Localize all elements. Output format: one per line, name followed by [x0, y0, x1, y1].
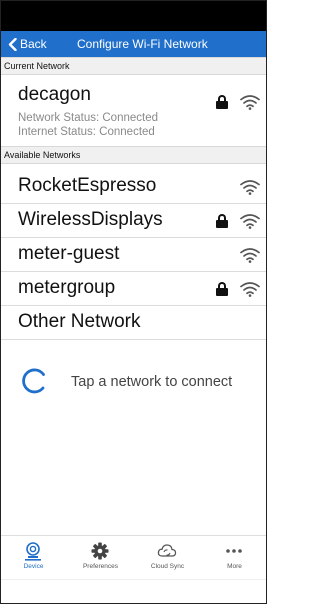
tab-label: Cloud Sync [150, 563, 185, 570]
tab-label: Preferences [82, 563, 119, 570]
network-row-metergroup[interactable]: metergroup [0, 272, 267, 306]
connect-hint-text: Tap a network to connect [71, 374, 233, 390]
network-row-wirelessdisplays[interactable]: WirelessDisplays [0, 204, 267, 238]
wifi-icon [240, 248, 260, 263]
current-network-name: decagon [18, 84, 91, 105]
network-name: RocketEspresso [18, 175, 157, 196]
wifi-icon [240, 214, 260, 229]
tab-bar: Device Preferences Cloud Sync More [0, 535, 267, 579]
network-row-meter-guest[interactable]: meter-guest [0, 238, 267, 272]
page-title: Configure Wi-Fi Network [77, 37, 208, 51]
available-networks-header: Available Networks [0, 146, 267, 164]
other-network-row[interactable]: Other Network [0, 306, 267, 340]
lock-icon [216, 282, 228, 296]
loading-spinner-icon [22, 368, 45, 394]
back-button[interactable]: Back [8, 31, 47, 57]
wifi-icon [240, 95, 260, 110]
tab-preferences[interactable]: Preferences [67, 536, 134, 580]
tab-label: More [227, 563, 242, 570]
connect-hint: Tap a network to connect [0, 360, 267, 404]
wifi-icon [240, 180, 260, 195]
tab-more[interactable]: More [201, 536, 268, 580]
chevron-left-icon [8, 37, 17, 51]
cloud-sync-icon [157, 544, 177, 557]
status-bar [0, 0, 267, 31]
nav-bar: Back Configure Wi-Fi Network [0, 31, 267, 57]
current-network-row[interactable]: decagon Network Status: Connected Intern… [0, 76, 267, 146]
tab-cloud-sync[interactable]: Cloud Sync [134, 536, 201, 580]
back-label: Back [20, 37, 47, 51]
lock-icon [216, 214, 228, 228]
wifi-icon [240, 282, 260, 297]
gear-icon [91, 542, 109, 560]
network-name: meter-guest [18, 243, 120, 264]
network-status: Network Status: Connected [18, 112, 158, 124]
network-name: metergroup [18, 277, 116, 298]
network-name: WirelessDisplays [18, 209, 163, 230]
other-network-label: Other Network [18, 311, 141, 332]
tab-label: Device [23, 563, 44, 570]
more-dots-icon [226, 549, 242, 553]
bottom-safe-area [0, 579, 267, 604]
current-network-header: Current Network [0, 57, 267, 75]
network-row-rocketespresso[interactable]: RocketEspresso [0, 170, 267, 204]
lock-icon [216, 95, 228, 109]
device-icon [25, 542, 41, 561]
internet-status: Internet Status: Connected [18, 126, 155, 138]
tab-device[interactable]: Device [0, 536, 67, 580]
